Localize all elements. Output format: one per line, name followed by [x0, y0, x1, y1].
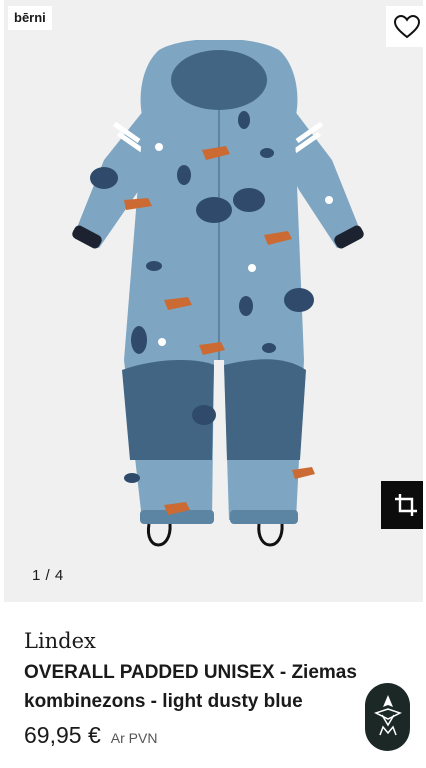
brand-name[interactable]: Lindex — [24, 629, 96, 653]
product-image[interactable] — [64, 40, 374, 560]
price-row: 69,95 € Ar PVN — [24, 722, 157, 749]
zoom-crop-button[interactable] — [381, 481, 423, 529]
category-badge: bērni — [8, 6, 52, 30]
crop-icon — [394, 494, 417, 516]
product-title: OVERALL PADDED UNISEX - Ziemas kombinezo… — [24, 662, 357, 712]
assistant-logo-icon — [373, 695, 402, 736]
favorite-button[interactable] — [386, 6, 423, 47]
product-price: 69,95 € — [24, 722, 101, 748]
heart-icon — [393, 14, 420, 38]
product-gallery[interactable]: bērni 1 / 4 — [4, 0, 423, 602]
assistant-button[interactable] — [365, 683, 410, 751]
vat-note: Ar PVN — [110, 730, 158, 746]
image-counter: 1 / 4 — [32, 567, 64, 584]
